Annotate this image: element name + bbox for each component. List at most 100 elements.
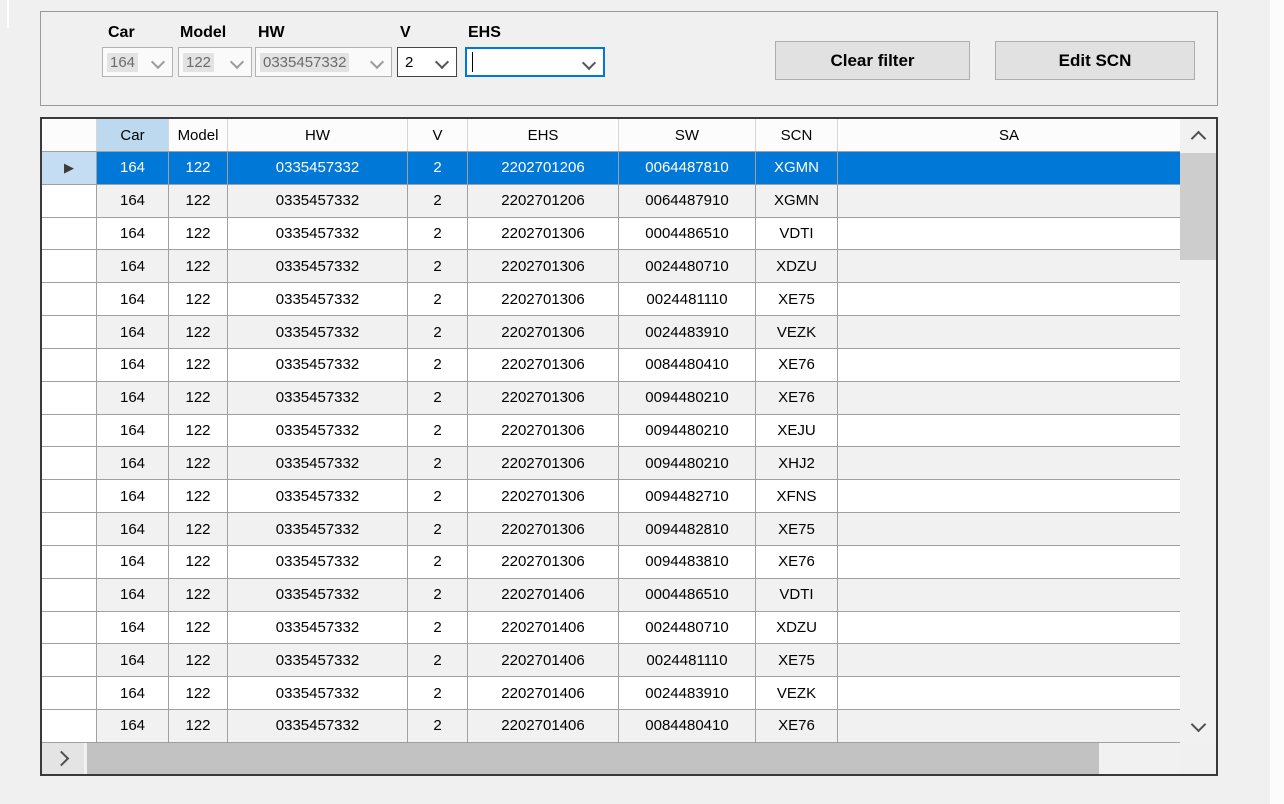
grid-cell[interactable]: 2 bbox=[408, 612, 468, 644]
table-row[interactable]: 1641220335457332222027013060024481110XE7… bbox=[42, 283, 1180, 316]
grid-cell[interactable]: 2202701406 bbox=[468, 710, 619, 742]
grid-cell[interactable]: XE76 bbox=[756, 710, 838, 742]
grid-cell[interactable]: 0335457332 bbox=[228, 710, 408, 742]
grid-cell[interactable]: 164 bbox=[97, 710, 169, 742]
grid-cell[interactable]: 0335457332 bbox=[228, 283, 408, 315]
column-header-model[interactable]: Model bbox=[169, 119, 228, 151]
grid-cell[interactable]: 2 bbox=[408, 447, 468, 479]
grid-cell[interactable]: 0064487810 bbox=[619, 152, 756, 184]
grid-cell[interactable]: 0094482810 bbox=[619, 513, 756, 545]
table-row[interactable]: 1641220335457332222027014060024481110XE7… bbox=[42, 644, 1180, 677]
grid-cell[interactable]: 2202701406 bbox=[468, 579, 619, 611]
row-header-cell[interactable] bbox=[42, 612, 97, 644]
grid-cell[interactable]: XE76 bbox=[756, 382, 838, 414]
row-header-cell[interactable] bbox=[42, 579, 97, 611]
grid-cell[interactable]: 0004486510 bbox=[619, 579, 756, 611]
grid-cell[interactable]: 122 bbox=[169, 480, 228, 512]
grid-cell[interactable]: 0335457332 bbox=[228, 250, 408, 282]
grid-cell[interactable]: 2 bbox=[408, 415, 468, 447]
grid-cell[interactable]: 2202701306 bbox=[468, 218, 619, 250]
grid-cell[interactable]: 2 bbox=[408, 316, 468, 348]
grid-cell[interactable]: 0335457332 bbox=[228, 447, 408, 479]
row-header-cell[interactable]: ▶ bbox=[42, 152, 97, 184]
column-header-hw[interactable]: HW bbox=[228, 119, 408, 151]
car-filter-dropdown[interactable]: 164 bbox=[102, 47, 173, 77]
grid-cell[interactable]: 2 bbox=[408, 185, 468, 217]
grid-cell[interactable]: 2202701306 bbox=[468, 415, 619, 447]
grid-cell[interactable]: VDTI bbox=[756, 218, 838, 250]
grid-cell[interactable]: 0094480210 bbox=[619, 415, 756, 447]
grid-cell[interactable]: XGMN bbox=[756, 185, 838, 217]
grid-cell[interactable] bbox=[838, 250, 1180, 282]
grid-cell[interactable]: 164 bbox=[97, 316, 169, 348]
row-header-cell[interactable] bbox=[42, 283, 97, 315]
grid-corner-cell[interactable] bbox=[42, 119, 97, 151]
grid-cell[interactable]: 2 bbox=[408, 283, 468, 315]
column-header-car[interactable]: Car bbox=[97, 119, 169, 151]
grid-cell[interactable]: 122 bbox=[169, 152, 228, 184]
grid-cell[interactable]: 122 bbox=[169, 349, 228, 381]
column-header-ehs[interactable]: EHS bbox=[468, 119, 619, 151]
grid-cell[interactable]: XE76 bbox=[756, 546, 838, 578]
grid-cell[interactable]: 0024483910 bbox=[619, 316, 756, 348]
grid-cell[interactable]: 164 bbox=[97, 152, 169, 184]
grid-cell[interactable]: 164 bbox=[97, 546, 169, 578]
row-header-cell[interactable] bbox=[42, 480, 97, 512]
grid-cell[interactable]: 122 bbox=[169, 677, 228, 709]
row-header-cell[interactable] bbox=[42, 349, 97, 381]
grid-cell[interactable]: 0335457332 bbox=[228, 185, 408, 217]
grid-cell[interactable] bbox=[838, 415, 1180, 447]
scroll-up-button[interactable] bbox=[1180, 119, 1216, 153]
grid-cell[interactable]: 164 bbox=[97, 218, 169, 250]
grid-cell[interactable]: 0024480710 bbox=[619, 250, 756, 282]
grid-cell[interactable]: 2 bbox=[408, 579, 468, 611]
row-header-cell[interactable] bbox=[42, 677, 97, 709]
grid-cell[interactable]: 122 bbox=[169, 382, 228, 414]
grid-cell[interactable]: 2 bbox=[408, 382, 468, 414]
grid-cell[interactable]: 164 bbox=[97, 480, 169, 512]
row-header-cell[interactable] bbox=[42, 447, 97, 479]
grid-cell[interactable] bbox=[838, 185, 1180, 217]
grid-cell[interactable]: 2 bbox=[408, 710, 468, 742]
grid-cell[interactable]: 0335457332 bbox=[228, 415, 408, 447]
table-row[interactable]: 1641220335457332222027014060084480410XE7… bbox=[42, 710, 1180, 743]
grid-cell[interactable] bbox=[838, 316, 1180, 348]
grid-cell[interactable]: 0335457332 bbox=[228, 349, 408, 381]
table-row[interactable]: 1641220335457332222027013060094480210XHJ… bbox=[42, 447, 1180, 480]
grid-cell[interactable]: 2 bbox=[408, 250, 468, 282]
grid-cell[interactable]: 122 bbox=[169, 415, 228, 447]
grid-cell[interactable]: VEZK bbox=[756, 316, 838, 348]
grid-cell[interactable]: 0335457332 bbox=[228, 382, 408, 414]
grid-cell[interactable] bbox=[838, 283, 1180, 315]
grid-cell[interactable]: 122 bbox=[169, 710, 228, 742]
grid-cell[interactable]: 122 bbox=[169, 316, 228, 348]
grid-cell[interactable]: 164 bbox=[97, 579, 169, 611]
grid-cell[interactable]: 122 bbox=[169, 513, 228, 545]
table-row[interactable]: 1641220335457332222027013060094480210XEJ… bbox=[42, 415, 1180, 448]
model-filter-dropdown[interactable]: 122 bbox=[178, 47, 252, 77]
hw-filter-dropdown[interactable]: 0335457332 bbox=[255, 47, 392, 77]
grid-cell[interactable]: 164 bbox=[97, 250, 169, 282]
grid-cell[interactable]: 0335457332 bbox=[228, 480, 408, 512]
grid-cell[interactable]: 164 bbox=[97, 513, 169, 545]
table-row[interactable]: 1641220335457332222027013060024483910VEZ… bbox=[42, 316, 1180, 349]
horizontal-scrollbar-thumb[interactable] bbox=[87, 743, 1099, 774]
grid-cell[interactable] bbox=[838, 644, 1180, 676]
column-header-v[interactable]: V bbox=[408, 119, 468, 151]
grid-cell[interactable]: 0024481110 bbox=[619, 283, 756, 315]
grid-cell[interactable]: 0004486510 bbox=[619, 218, 756, 250]
grid-cell[interactable]: 2202701306 bbox=[468, 480, 619, 512]
grid-cell[interactable]: 0335457332 bbox=[228, 612, 408, 644]
column-header-sa[interactable]: SA bbox=[838, 119, 1180, 151]
row-header-cell[interactable] bbox=[42, 710, 97, 742]
column-header-scn[interactable]: SCN bbox=[756, 119, 838, 151]
grid-cell[interactable] bbox=[838, 480, 1180, 512]
clear-filter-button[interactable]: Clear filter bbox=[775, 41, 970, 80]
grid-cell[interactable]: 0094480210 bbox=[619, 382, 756, 414]
grid-cell[interactable]: 0064487910 bbox=[619, 185, 756, 217]
grid-cell[interactable]: 2 bbox=[408, 218, 468, 250]
grid-cell[interactable]: 2202701306 bbox=[468, 546, 619, 578]
row-header-cell[interactable] bbox=[42, 644, 97, 676]
grid-cell[interactable]: 122 bbox=[169, 250, 228, 282]
grid-cell[interactable]: 122 bbox=[169, 644, 228, 676]
